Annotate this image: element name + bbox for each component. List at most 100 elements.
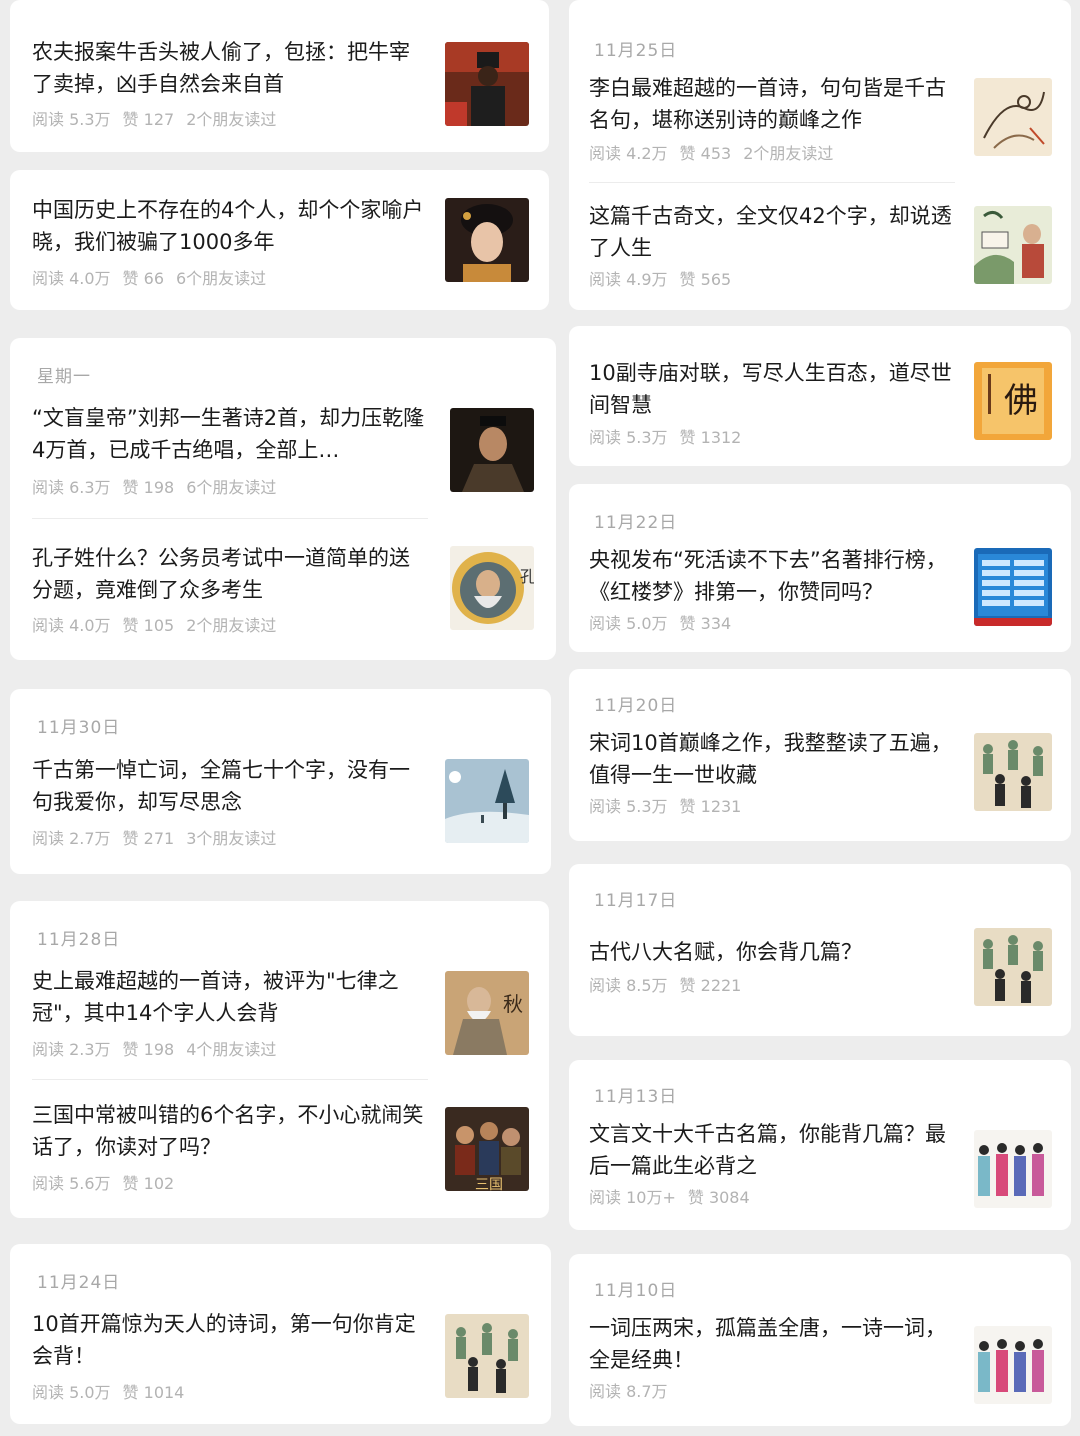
card-date: 11月17日 <box>594 891 678 911</box>
article-card: 11月28日 史上最难超越的一首诗，被评为"七律之冠"，其中14个字人人会背 阅… <box>10 901 549 1218</box>
read-count: 阅读 5.0万 <box>32 1383 111 1402</box>
card-date: 11月22日 <box>594 513 678 533</box>
read-count: 阅读 8.7万 <box>589 1382 668 1401</box>
divider <box>32 518 428 519</box>
snow-landscape-thumbnail <box>445 759 529 843</box>
read-count: 阅读 4.0万 <box>32 616 111 635</box>
article-card: 11月30日 千古第一悼亡词，全篇七十个字，没有一句我爱你，却写尽思念 阅读 2… <box>10 689 551 874</box>
article-meta: 阅读 5.0万赞 334 <box>589 610 755 634</box>
read-count: 阅读 5.3万 <box>589 428 668 447</box>
article-title: 农夫报案牛舌头被人偷了，包拯：把牛宰了卖掉，凶手自然会来自首 <box>32 40 410 96</box>
read-count: 阅读 5.6万 <box>32 1174 111 1193</box>
like-count: 赞 565 <box>679 270 732 289</box>
article-item[interactable]: “文盲皇帝”刘邦一生著诗2首，却力压乾隆4万首，已成千古绝唱，全部上… 阅读 6… <box>10 394 556 520</box>
article-item[interactable]: 农夫报案牛舌头被人偷了，包拯：把牛宰了卖掉，凶手自然会来自首 阅读 5.3万赞 … <box>10 0 549 152</box>
ink-sketch-thumbnail <box>974 78 1052 156</box>
svg-text:佛: 佛 <box>1004 381 1038 421</box>
article-item[interactable]: 孔子姓什么？公务员考试中一道简单的送分题，竟难倒了众多考生 阅读 4.0万赞 1… <box>10 532 556 658</box>
like-count: 赞 3084 <box>687 1188 750 1207</box>
like-count: 赞 102 <box>122 1174 175 1193</box>
like-count: 赞 127 <box>122 110 175 129</box>
article-card: 10副寺庙对联，写尽人生百态，道尽世间智慧 阅读 5.3万赞 1312 佛 <box>569 326 1071 466</box>
card-date: 11月25日 <box>594 41 678 61</box>
article-item[interactable]: 10副寺庙对联，写尽人生百态，道尽世间智慧 阅读 5.3万赞 1312 佛 <box>569 326 1071 466</box>
article-card: 11月10日 一词压两宋，孤篇盖全唐，一诗一词，全是经典！ 阅读 8.7万 <box>569 1254 1071 1426</box>
friends-read: 2个朋友读过 <box>743 144 834 163</box>
friends-read: 6个朋友读过 <box>186 478 277 497</box>
article-item[interactable]: 中国历史上不存在的4个人，却个个家喻户晓，我们被骗了1000多年 阅读 4.0万… <box>10 170 549 310</box>
article-item[interactable]: 千古第一悼亡词，全篇七十个字，没有一句我爱你，却写尽思念 阅读 2.7万赞 27… <box>10 747 551 873</box>
friends-read: 3个朋友读过 <box>186 829 277 848</box>
article-item[interactable]: 宋词10首巅峰之作，我整整读了五遍，值得一生一世收藏 阅读 5.3万赞 1231 <box>569 725 1071 839</box>
like-count: 赞 2221 <box>679 976 742 995</box>
article-item[interactable]: 10首开篇惊为天人的诗词，第一句你肯定会背！ 阅读 5.0万赞 1014 <box>10 1304 551 1424</box>
card-date: 11月13日 <box>594 1087 678 1107</box>
svg-text:孔: 孔 <box>520 567 534 586</box>
article-item[interactable]: 李白最难超越的一首诗，句句皆是千古名句，堪称送别诗的巅峰之作 阅读 4.2万赞 … <box>569 66 1071 184</box>
article-item[interactable]: 三国中常被叫错的6个名字，不小心就闹笑话了，你读对了吗？ 阅读 5.6万赞 10… <box>10 1093 549 1215</box>
like-count: 赞 1231 <box>679 797 742 816</box>
article-meta: 阅读 5.0万赞 1014 <box>32 1379 208 1403</box>
article-card: 11月22日 央视发布“死活读不下去”名著排行榜，《红楼梦》排第一，你赞同吗？ … <box>569 484 1071 652</box>
article-card: 农夫报案牛舌头被人偷了，包拯：把牛宰了卖掉，凶手自然会来自首 阅读 5.3万赞 … <box>10 0 549 152</box>
figures-thumbnail <box>445 1314 529 1398</box>
read-count: 阅读 4.0万 <box>32 269 111 288</box>
lady-portrait-thumbnail <box>445 198 529 282</box>
article-meta: 阅读 4.0万赞 66 6个朋友读过 <box>32 265 278 289</box>
article-item[interactable]: 一词压两宋，孤篇盖全唐，一诗一词，全是经典！ 阅读 8.7万 <box>569 1312 1071 1426</box>
article-title: 文言文十大千古名篇，你能背几篇？最后一篇此生必背之 <box>589 1122 946 1178</box>
like-count: 赞 1312 <box>679 428 742 447</box>
article-card: 11月24日 10首开篇惊为天人的诗词，第一句你肯定会背！ 阅读 5.0万赞 1… <box>10 1244 551 1424</box>
card-date: 11月24日 <box>37 1273 121 1293</box>
old-poet-thumbnail: 秋 <box>445 971 529 1055</box>
article-meta: 阅读 4.9万赞 565 <box>589 266 755 290</box>
svg-text:三国: 三国 <box>475 1177 503 1191</box>
divider <box>589 182 955 183</box>
article-title: 史上最难超越的一首诗，被评为"七律之冠"，其中14个字人人会背 <box>32 969 399 1025</box>
read-count: 阅读 4.2万 <box>589 144 668 163</box>
article-item[interactable]: 古代八大名赋，你会背几篇？ 阅读 8.5万赞 2221 <box>569 920 1071 1034</box>
read-count: 阅读 2.7万 <box>32 829 111 848</box>
article-title: “文盲皇帝”刘邦一生著诗2首，却力压乾隆4万首，已成千古绝唱，全部上… <box>32 406 425 462</box>
article-title: 一词压两宋，孤篇盖全唐，一诗一词，全是经典！ <box>589 1316 946 1372</box>
article-item[interactable]: 央视发布“死活读不下去”名著排行榜，《红楼梦》排第一，你赞同吗？ 阅读 5.0万… <box>569 542 1071 652</box>
friends-read: 6个朋友读过 <box>176 269 267 288</box>
article-meta: 阅读 5.6万赞 102 <box>32 1170 198 1194</box>
like-count: 赞 66 <box>122 269 164 288</box>
article-title: 10副寺庙对联，写尽人生百态，道尽世间智慧 <box>589 361 952 417</box>
article-meta: 阅读 5.3万赞 1312 <box>589 424 765 448</box>
like-count: 赞 1014 <box>122 1383 185 1402</box>
article-meta: 阅读 5.3万赞 127 2个朋友读过 <box>32 106 288 130</box>
read-count: 阅读 10万+ <box>589 1188 676 1207</box>
article-meta: 阅读 5.3万赞 1231 <box>589 793 765 817</box>
article-card: 中国历史上不存在的4个人，却个个家喻户晓，我们被骗了1000多年 阅读 4.0万… <box>10 170 549 310</box>
article-title: 李白最难超越的一首诗，句句皆是千古名句，堪称送别诗的巅峰之作 <box>589 76 946 132</box>
article-meta: 阅读 8.5万赞 2221 <box>589 972 765 996</box>
article-meta: 阅读 4.2万赞 453 2个朋友读过 <box>589 140 845 164</box>
card-date: 11月28日 <box>37 930 121 950</box>
article-meta: 阅读 4.0万赞 105 2个朋友读过 <box>32 612 288 636</box>
read-count: 阅读 4.9万 <box>589 270 668 289</box>
article-title: 宋词10首巅峰之作，我整整读了五遍，值得一生一世收藏 <box>589 731 952 787</box>
card-date: 11月20日 <box>594 696 678 716</box>
emperor-thumbnail <box>450 408 534 492</box>
article-meta: 阅读 8.7万 <box>589 1378 704 1402</box>
article-item[interactable]: 文言文十大千古名篇，你能背几篇？最后一篇此生必背之 阅读 10万+ 赞 3084 <box>569 1118 1071 1230</box>
article-card: 11月13日 文言文十大千古名篇，你能背几篇？最后一篇此生必背之 阅读 10万+… <box>569 1060 1071 1230</box>
read-count: 阅读 5.0万 <box>589 614 668 633</box>
like-count: 赞 198 <box>122 478 175 497</box>
article-item[interactable]: 这篇千古奇文，全文仅42个字，却说透了人生 阅读 4.9万赞 565 <box>569 194 1071 306</box>
bao-zheng-thumbnail <box>445 42 529 126</box>
article-meta: 阅读 10万+ 赞 3084 <box>589 1184 774 1208</box>
article-title: 三国中常被叫错的6个名字，不小心就闹笑话了，你读对了吗？ <box>32 1103 424 1159</box>
friends-read: 4个朋友读过 <box>186 1040 277 1059</box>
figures-thumbnail <box>974 733 1052 811</box>
divider <box>32 1079 428 1080</box>
article-title: 古代八大名赋，你会背几篇？ <box>589 940 862 964</box>
article-title: 央视发布“死活读不下去”名著排行榜，《红楼梦》排第一，你赞同吗？ <box>589 548 947 604</box>
article-card: 11月25日 李白最难超越的一首诗，句句皆是千古名句，堪称送别诗的巅峰之作 阅读… <box>569 0 1071 310</box>
article-item[interactable]: 史上最难超越的一首诗，被评为"七律之冠"，其中14个字人人会背 阅读 2.3万赞… <box>10 959 549 1079</box>
article-meta: 阅读 6.3万赞 198 6个朋友读过 <box>32 474 288 498</box>
colorful-figures-thumbnail <box>974 1326 1052 1404</box>
article-title: 中国历史上不存在的4个人，却个个家喻户晓，我们被骗了1000多年 <box>32 198 424 254</box>
